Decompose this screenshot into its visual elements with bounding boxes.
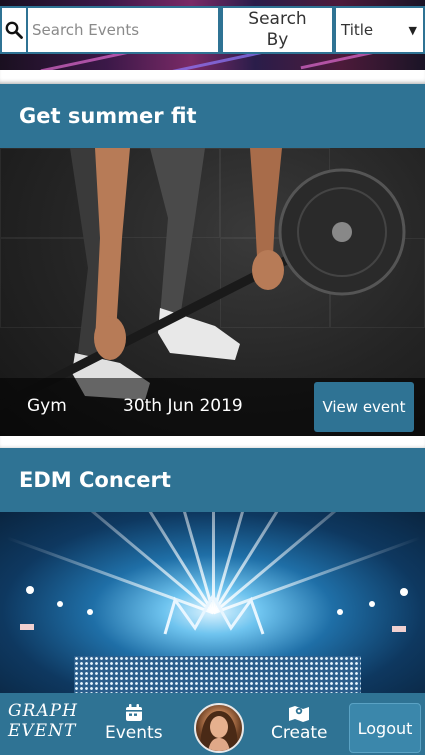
logout-button[interactable]: Logout [349, 703, 421, 753]
nav-events-label: Events [105, 723, 163, 743]
stage-led-wall [74, 656, 361, 693]
event-category: Gym [27, 396, 67, 416]
nav-create-label: Create [271, 723, 328, 743]
search-input[interactable] [28, 6, 220, 54]
nav-create[interactable]: Create [271, 704, 328, 743]
search-bar: Search By Title ▼ [0, 6, 425, 54]
search-strip-background: Search By Title ▼ [0, 0, 425, 70]
search-field-select[interactable]: Title ▼ [334, 6, 425, 54]
calendar-icon [125, 704, 142, 721]
event-date: 30th Jun 2019 [123, 396, 243, 416]
avatar[interactable] [194, 703, 244, 753]
view-event-button[interactable]: View event [314, 382, 414, 432]
divider [0, 70, 425, 84]
event-info-bar: Gym 30th Jun 2019 View event [0, 378, 425, 436]
map-icon [289, 706, 310, 722]
brand-line-1: GRAPH [8, 701, 78, 721]
search-field-selected: Title [341, 21, 374, 39]
app-page: Search By Title ▼ Get summer fit [0, 0, 425, 755]
chevron-down-icon: ▼ [408, 23, 417, 37]
nav-events[interactable]: Events [105, 704, 163, 743]
event-card: Get summer fit Gym 30th Jun 2019 View ev… [0, 84, 425, 436]
event-title: Get summer fit [0, 84, 425, 148]
bottom-nav: GRAPH EVENT Events Create Logout [0, 693, 425, 755]
event-card: EDM Concert [0, 448, 425, 693]
avatar-portrait [200, 711, 238, 751]
event-title: EDM Concert [0, 448, 425, 512]
brand-logo[interactable]: GRAPH EVENT [8, 701, 84, 741]
search-by-label: Search By [220, 6, 334, 54]
brand-line-2: EVENT [8, 721, 77, 741]
search-button[interactable] [0, 6, 28, 54]
search-icon [5, 21, 23, 39]
event-image: Gym 30th Jun 2019 View event [0, 148, 425, 436]
event-image [0, 512, 425, 693]
